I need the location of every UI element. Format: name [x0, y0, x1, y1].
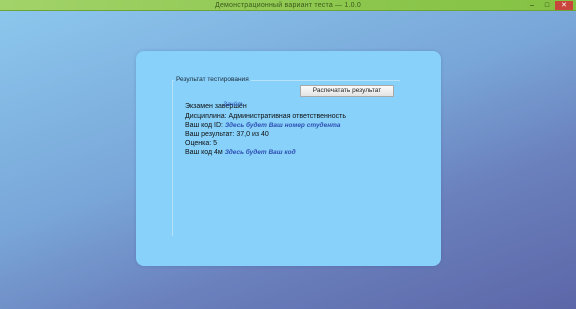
window-titlebar: Демонстрационный вариант теста — 1.0.0 –… — [0, 0, 576, 11]
student-id-label: Ваш код ID: — [185, 122, 223, 129]
maximize-icon[interactable]: □ — [540, 1, 554, 10]
exam-status-overlap: Зачёт — [223, 101, 243, 108]
student-id-line: Ваш код ID: Здесь будет Ваш номер студен… — [185, 121, 341, 130]
code-label: Ваш код 4м — [185, 149, 223, 156]
print-result-button[interactable]: Распечатать результат — [300, 85, 394, 97]
window-title: Демонстрационный вариант теста — 1.0.0 — [215, 2, 361, 9]
code-line: Ваш код 4м Здесь будет Ваш код — [185, 148, 296, 157]
student-id-value: Здесь будет Ваш номер студента — [224, 122, 341, 129]
window-controls: – □ ✕ — [525, 1, 573, 10]
score-line: Ваш результат: 37,0 из 40 — [185, 131, 269, 138]
result-group-title: Результат тестирования — [174, 75, 251, 85]
code-value: Здесь будет Ваш код — [224, 149, 296, 156]
close-icon[interactable]: ✕ — [555, 1, 573, 10]
discipline-line: Дисциплина: Административная ответственн… — [185, 113, 347, 120]
grade-line: Оценка: 5 — [185, 140, 218, 147]
minimize-icon[interactable]: – — [525, 1, 539, 10]
